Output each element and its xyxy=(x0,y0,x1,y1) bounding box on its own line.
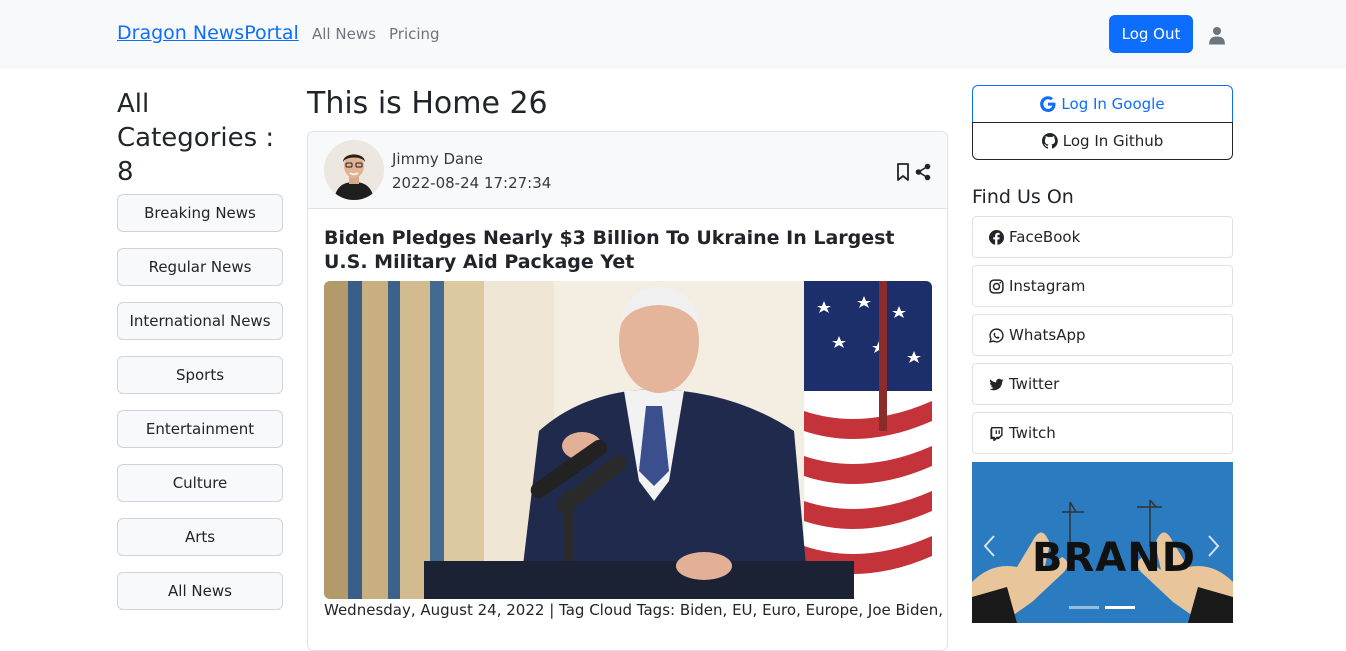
social-twitch-label: Twitch xyxy=(1009,424,1056,442)
whatsapp-icon xyxy=(989,327,1004,343)
instagram-icon xyxy=(989,278,1004,294)
category-regular-news[interactable]: Regular News xyxy=(117,248,283,286)
login-google-button[interactable]: Log In Google xyxy=(972,85,1233,123)
login-google-label: Log In Google xyxy=(1061,95,1165,113)
carousel-brand-text: BRAND xyxy=(1032,535,1196,581)
carousel-indicator-1[interactable] xyxy=(1069,606,1099,609)
twitter-icon xyxy=(989,378,1004,390)
news-headline[interactable]: Biden Pledges Nearly $3 Billion To Ukrai… xyxy=(324,226,934,274)
chevron-left-icon[interactable] xyxy=(982,534,996,558)
author-name: Jimmy Dane xyxy=(392,150,483,168)
facebook-icon xyxy=(989,229,1004,245)
login-github-button[interactable]: Log In Github xyxy=(972,122,1233,160)
social-twitter-label: Twitter xyxy=(1009,375,1060,393)
news-meta: Wednesday, August 24, 2022 | Tag Cloud T… xyxy=(324,601,943,619)
social-facebook-label: FaceBook xyxy=(1009,228,1081,246)
user-icon[interactable] xyxy=(1208,26,1226,45)
github-icon xyxy=(1041,133,1058,149)
news-card: Jimmy Dane 2022-08-24 17:27:34 Biden Ple… xyxy=(307,131,948,651)
google-icon xyxy=(1040,96,1056,112)
share-icon[interactable] xyxy=(915,163,931,181)
logout-button[interactable]: Log Out xyxy=(1109,15,1193,53)
chevron-right-icon[interactable] xyxy=(1207,534,1221,558)
nav-link-pricing[interactable]: Pricing xyxy=(389,25,440,43)
category-international-news[interactable]: International News xyxy=(117,302,283,340)
twitch-icon xyxy=(990,426,1003,441)
category-arts[interactable]: Arts xyxy=(117,518,283,556)
nav-link-all-news[interactable]: All News xyxy=(312,25,376,43)
carousel-indicator-2[interactable] xyxy=(1105,606,1135,609)
social-instagram-label: Instagram xyxy=(1009,277,1086,295)
page-title: This is Home 26 xyxy=(307,86,548,121)
brand-link[interactable]: Dragon NewsPortal xyxy=(117,22,299,44)
card-header: Jimmy Dane 2022-08-24 17:27:34 xyxy=(308,132,947,209)
author-avatar xyxy=(324,140,384,200)
social-twitch[interactable]: Twitch xyxy=(972,412,1233,454)
category-entertainment[interactable]: Entertainment xyxy=(117,410,283,448)
login-github-label: Log In Github xyxy=(1062,132,1164,150)
category-all-news[interactable]: All News xyxy=(117,572,283,610)
category-sports[interactable]: Sports xyxy=(117,356,283,394)
category-culture[interactable]: Culture xyxy=(117,464,283,502)
categories-heading: All Categories : 8 xyxy=(117,89,275,187)
top-navbar: Dragon NewsPortal All News Pricing Log O… xyxy=(0,0,1346,69)
social-twitter[interactable]: Twitter xyxy=(972,363,1233,405)
social-facebook[interactable]: FaceBook xyxy=(972,216,1233,258)
category-breaking-news[interactable]: Breaking News xyxy=(117,194,283,232)
news-image xyxy=(324,281,932,599)
find-us-heading: Find Us On xyxy=(972,186,1074,208)
social-instagram[interactable]: Instagram xyxy=(972,265,1233,307)
social-whatsapp[interactable]: WhatsApp xyxy=(972,314,1233,356)
bookmark-icon[interactable] xyxy=(896,163,910,181)
brand-carousel: BRAND xyxy=(972,462,1233,623)
publish-date: 2022-08-24 17:27:34 xyxy=(392,174,552,192)
social-whatsapp-label: WhatsApp xyxy=(1009,326,1086,344)
